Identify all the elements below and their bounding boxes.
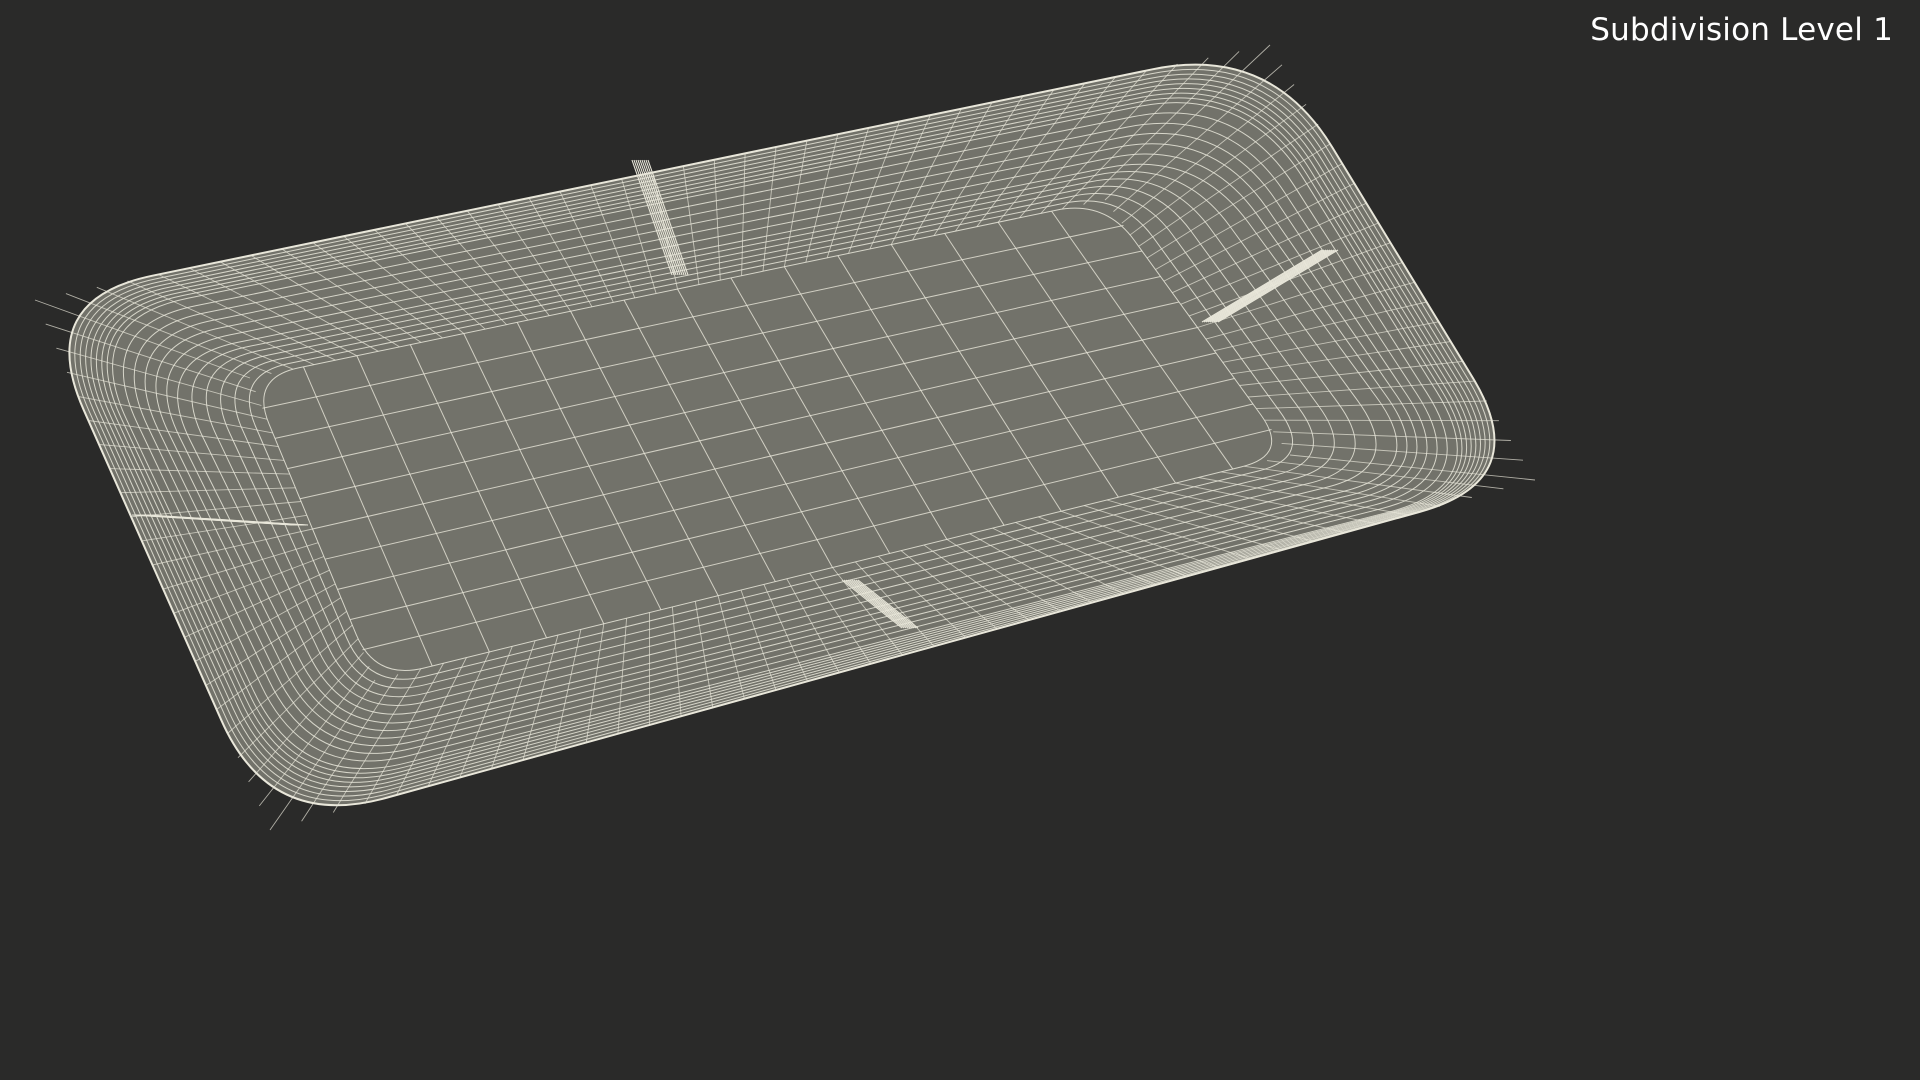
tray-mesh — [34, 44, 1536, 831]
wall-radial-line — [1264, 419, 1499, 422]
tray-wireframe-render — [34, 44, 1536, 831]
tray-outline — [68, 63, 1496, 807]
render-viewport: Subdivision Level 1 — [0, 0, 1920, 1080]
subdivision-level-label: Subdivision Level 1 — [1590, 12, 1893, 48]
